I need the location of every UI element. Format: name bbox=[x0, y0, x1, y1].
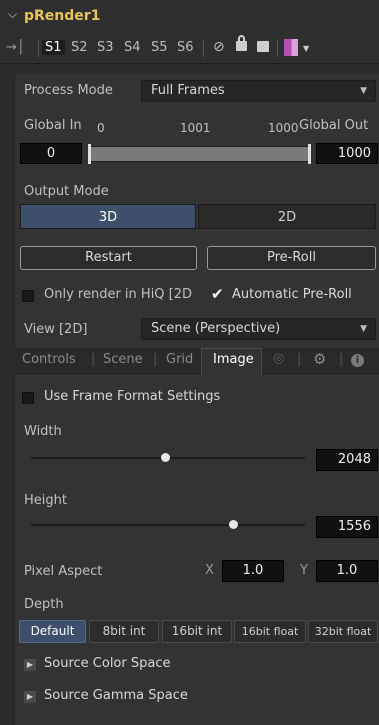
global-range-slider[interactable] bbox=[90, 146, 311, 162]
pin-icon[interactable]: →│ bbox=[6, 40, 25, 55]
expand-arrow-icon[interactable]: ▶ bbox=[24, 659, 36, 671]
save-icon[interactable] bbox=[257, 41, 269, 52]
tab-grid[interactable]: Grid bbox=[166, 352, 193, 367]
output-mode-2d[interactable]: 2D bbox=[198, 204, 376, 229]
check-icon[interactable]: ✔ bbox=[211, 285, 224, 303]
width-field[interactable]: 2048 bbox=[316, 449, 378, 471]
toolbar-divider bbox=[38, 40, 39, 57]
expand-arrow-icon[interactable]: ▶ bbox=[24, 691, 36, 703]
depth-32bit-float[interactable]: 32bit float bbox=[308, 620, 378, 643]
pixel-aspect-label: Pixel Aspect bbox=[24, 564, 103, 579]
pixel-aspect-y-field[interactable]: 1.0 bbox=[316, 560, 378, 582]
height-label: Height bbox=[24, 493, 67, 508]
hiq-label: Only render in HiQ [2D bbox=[44, 287, 193, 302]
color-swatch-icon[interactable] bbox=[284, 39, 298, 56]
range-end-label: 1000 bbox=[268, 121, 299, 135]
pixel-aspect-x-field[interactable]: 1.0 bbox=[222, 560, 284, 582]
view-dropdown[interactable]: Scene (Perspective) ▼ bbox=[141, 318, 376, 340]
disable-icon[interactable]: ⊘ bbox=[213, 39, 225, 55]
range-mid-label: 1001 bbox=[180, 121, 211, 135]
width-label: Width bbox=[24, 424, 62, 439]
node-title: pRender1 bbox=[24, 8, 101, 24]
depth-16bit-int[interactable]: 16bit int bbox=[162, 620, 232, 643]
slot-s4[interactable]: S4 bbox=[124, 40, 141, 55]
height-field[interactable]: 1556 bbox=[316, 516, 378, 538]
range-start-label: 0 bbox=[97, 121, 105, 135]
depth-8bit-int[interactable]: 8bit int bbox=[89, 620, 159, 643]
left-gutter bbox=[0, 64, 14, 725]
depth-16bit-float[interactable]: 16bit float bbox=[234, 620, 306, 643]
view-value: Scene (Perspective) bbox=[151, 321, 281, 336]
range-start-handle[interactable] bbox=[88, 144, 91, 164]
tab-separator: | bbox=[339, 352, 344, 367]
tab-image[interactable]: Image bbox=[213, 352, 254, 367]
depth-label: Depth bbox=[24, 597, 64, 612]
gear-icon[interactable]: ⚙ bbox=[313, 350, 326, 368]
tab-settings-alt-icon[interactable]: ◎ bbox=[273, 351, 284, 366]
source-gamma-space-label[interactable]: Source Gamma Space bbox=[44, 688, 188, 703]
output-mode-label: Output Mode bbox=[24, 184, 109, 199]
hiq-checkbox[interactable] bbox=[22, 290, 34, 302]
lock-shackle-icon bbox=[238, 35, 245, 43]
global-out-field[interactable]: 1000 bbox=[316, 143, 378, 164]
use-frame-format-label: Use Frame Format Settings bbox=[44, 389, 221, 404]
use-frame-format-checkbox[interactable] bbox=[22, 392, 34, 404]
tab-controls[interactable]: Controls bbox=[22, 352, 76, 367]
global-out-label: Global Out bbox=[299, 118, 369, 133]
pixel-aspect-x-label: X bbox=[205, 563, 214, 578]
auto-preroll-label: Automatic Pre-Roll bbox=[232, 287, 352, 302]
collapse-chevron-icon[interactable]: ⌵ bbox=[8, 7, 17, 22]
global-in-label: Global In bbox=[24, 118, 82, 133]
toolbar-divider bbox=[277, 40, 278, 57]
slot-s5[interactable]: S5 bbox=[151, 40, 168, 55]
tab-separator: | bbox=[91, 352, 96, 367]
height-slider[interactable] bbox=[31, 524, 305, 526]
process-mode-value: Full Frames bbox=[151, 83, 225, 98]
process-mode-dropdown[interactable]: Full Frames ▼ bbox=[141, 80, 376, 102]
source-color-space-label[interactable]: Source Color Space bbox=[44, 656, 170, 671]
width-slider-knob[interactable] bbox=[160, 453, 170, 462]
process-mode-label: Process Mode bbox=[24, 83, 113, 98]
slot-s2[interactable]: S2 bbox=[71, 40, 88, 55]
chevron-down-icon: ▼ bbox=[360, 86, 367, 96]
slot-s3[interactable]: S3 bbox=[97, 40, 114, 55]
tab-separator: | bbox=[297, 352, 302, 367]
tab-scene[interactable]: Scene bbox=[103, 352, 143, 367]
output-mode-3d[interactable]: 3D bbox=[20, 204, 196, 229]
global-in-field[interactable]: 0 bbox=[20, 143, 82, 164]
info-icon[interactable]: i bbox=[351, 354, 364, 367]
view-label: View [2D] bbox=[24, 322, 88, 337]
depth-default[interactable]: Default bbox=[19, 620, 86, 643]
slot-s1[interactable]: S1 bbox=[42, 40, 65, 55]
slot-s6[interactable]: S6 bbox=[177, 40, 194, 55]
chevron-down-icon: ▼ bbox=[360, 324, 367, 334]
tab-separator: | bbox=[153, 352, 158, 367]
range-end-handle[interactable] bbox=[308, 144, 311, 164]
toolbar-divider bbox=[203, 40, 204, 57]
pixel-aspect-y-label: Y bbox=[300, 563, 308, 578]
swatch-dropdown-icon[interactable]: ▼ bbox=[303, 44, 309, 53]
preroll-button[interactable]: Pre-Roll bbox=[207, 246, 376, 270]
restart-button[interactable]: Restart bbox=[20, 246, 197, 270]
